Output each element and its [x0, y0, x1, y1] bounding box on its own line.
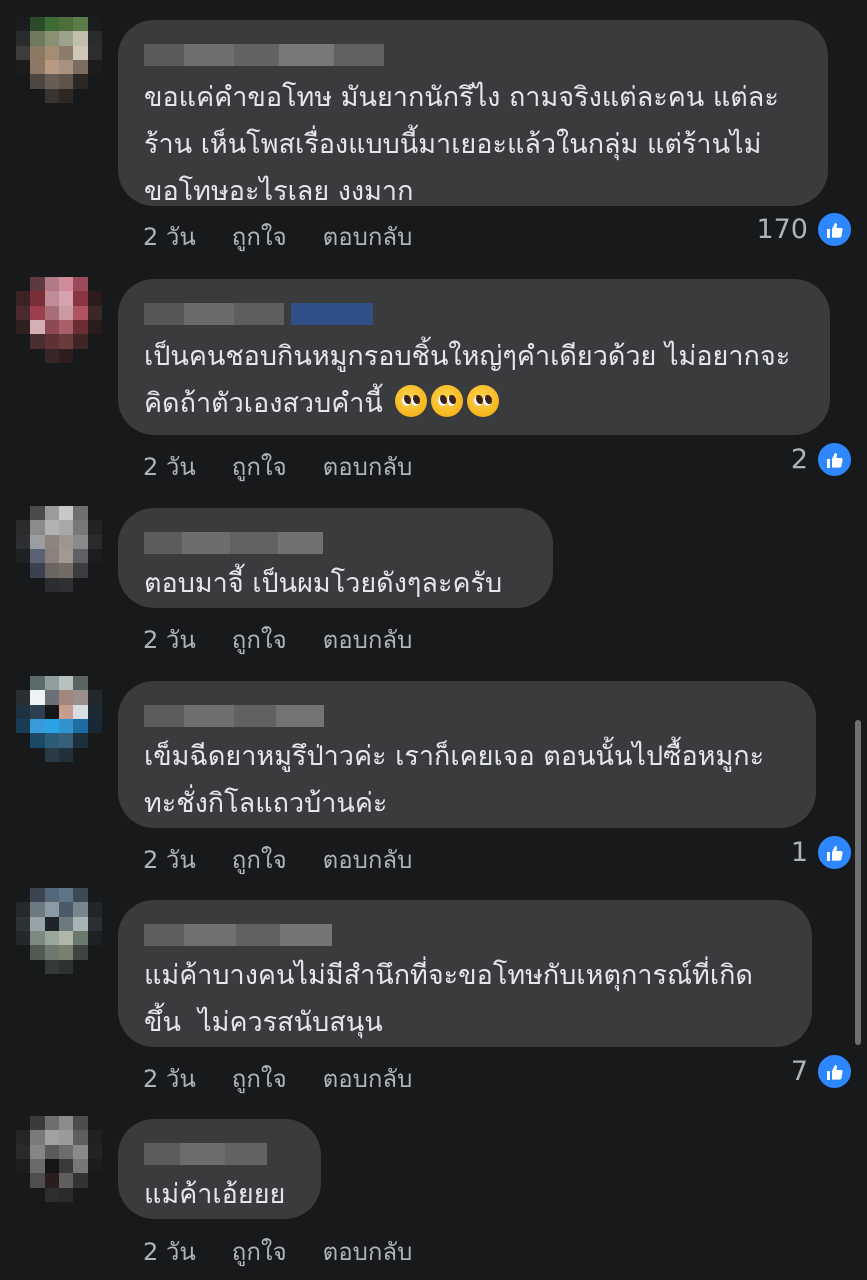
comment-text: เป็นคนชอบกินหมูกรอบชิ้นใหญ่ๆคำเดียวด้วย … — [144, 333, 804, 427]
comment-text: แม่ค้าบางคนไม่มีสำนึกที่จะขอโทษกับเหตุกา… — [144, 960, 753, 1038]
comment-bubble: ตอบมาจี้ เป็นผมโวยดังๆละครับ — [118, 508, 553, 608]
comment-actions: 2 วัน ถูกใจ ตอบกลับ — [143, 1232, 448, 1271]
comment-text: ตอบมาจี้ เป็นผมโวยดังๆละครับ — [144, 568, 503, 599]
comment-actions: 2 วัน ถูกใจ ตอบกลับ — [143, 1059, 448, 1098]
commenter-name-blurred[interactable] — [144, 44, 802, 66]
comment-time[interactable]: 2 วัน — [143, 1059, 196, 1098]
like-count: 7 — [790, 1056, 808, 1087]
like-action[interactable]: ถูกใจ — [232, 217, 287, 256]
comment-time[interactable]: 2 วัน — [143, 620, 196, 659]
commenter-name-blurred[interactable] — [144, 303, 804, 325]
comment-text: เข็มฉีดยาหมูรึป่าวค่ะ เราก็เคยเจอ ตอนนั้… — [144, 741, 765, 819]
thumbs-up-icon — [816, 1053, 853, 1090]
comment-bubble: เป็นคนชอบกินหมูกรอบชิ้นใหญ่ๆคำเดียวด้วย … — [118, 279, 830, 435]
comment-actions: 2 วัน ถูกใจ ตอบกลับ — [143, 620, 448, 659]
reply-action[interactable]: ตอบกลับ — [323, 217, 413, 256]
reaction-count[interactable]: 1 — [791, 834, 853, 871]
commenter-name-blurred[interactable] — [144, 1143, 295, 1165]
comment-bubble: แม่ค้าเอ้ยยย — [118, 1119, 321, 1219]
reaction-count[interactable]: 2 — [791, 441, 853, 478]
scrollbar[interactable] — [855, 720, 861, 1045]
comment-text-content: เป็นคนชอบกินหมูกรอบชิ้นใหญ่ๆคำเดียวด้วย … — [144, 341, 791, 419]
commenter-name-blurred[interactable] — [144, 705, 790, 727]
reply-action[interactable]: ตอบกลับ — [323, 1232, 413, 1271]
thumbs-up-icon — [816, 441, 853, 478]
comment-bubble: แม่ค้าบางคนไม่มีสำนึกที่จะขอโทษกับเหตุกา… — [118, 900, 812, 1047]
like-action[interactable]: ถูกใจ — [232, 447, 287, 486]
avatar[interactable] — [16, 17, 102, 103]
comment-bubble: ขอแค่คำขอโทษ มันยากนักรึไง ถามจริงแต่ละค… — [118, 20, 828, 207]
like-action[interactable]: ถูกใจ — [232, 620, 287, 659]
comment-actions: 2 วัน ถูกใจ ตอบกลับ — [143, 840, 448, 879]
comment-bubble: เข็มฉีดยาหมูรึป่าวค่ะ เราก็เคยเจอ ตอนนั้… — [118, 681, 816, 828]
comment-time[interactable]: 2 วัน — [143, 1232, 196, 1271]
comment-text: ขอแค่คำขอโทษ มันยากนักรึไง ถามจริงแต่ละค… — [144, 82, 779, 207]
reply-action[interactable]: ตอบกลับ — [323, 1059, 413, 1098]
reply-action[interactable]: ตอบกลับ — [323, 620, 413, 659]
avatar[interactable] — [16, 888, 102, 974]
like-count: 1 — [790, 837, 808, 868]
reply-action[interactable]: ตอบกลับ — [323, 447, 413, 486]
like-action[interactable]: ถูกใจ — [232, 840, 287, 879]
thumbs-up-icon — [816, 211, 853, 248]
avatar[interactable] — [16, 676, 102, 762]
like-count: 2 — [790, 444, 808, 475]
reply-action[interactable]: ตอบกลับ — [323, 840, 413, 879]
comment-actions: 2 วัน ถูกใจ ตอบกลับ — [143, 447, 448, 486]
comment-actions: 2 วัน ถูกใจ ตอบกลับ — [143, 217, 448, 256]
reaction-count[interactable]: 170 — [756, 211, 853, 248]
avatar[interactable] — [16, 1116, 102, 1202]
avatar[interactable] — [16, 277, 102, 363]
like-action[interactable]: ถูกใจ — [232, 1232, 287, 1271]
pleading-face-emoji — [467, 385, 500, 417]
like-count: 170 — [756, 214, 808, 245]
reaction-count[interactable]: 7 — [791, 1053, 853, 1090]
like-action[interactable]: ถูกใจ — [232, 1059, 287, 1098]
pleading-face-emoji — [431, 385, 464, 417]
comment-time[interactable]: 2 วัน — [143, 840, 196, 879]
comment-text: แม่ค้าเอ้ยยย — [144, 1179, 286, 1210]
comment-time[interactable]: 2 วัน — [143, 217, 196, 256]
avatar[interactable] — [16, 506, 102, 592]
commenter-name-blurred[interactable] — [144, 532, 527, 554]
pleading-face-emoji — [395, 385, 428, 417]
thumbs-up-icon — [816, 834, 853, 871]
commenter-name-blurred[interactable] — [144, 924, 786, 946]
comment-time[interactable]: 2 วัน — [143, 447, 196, 486]
